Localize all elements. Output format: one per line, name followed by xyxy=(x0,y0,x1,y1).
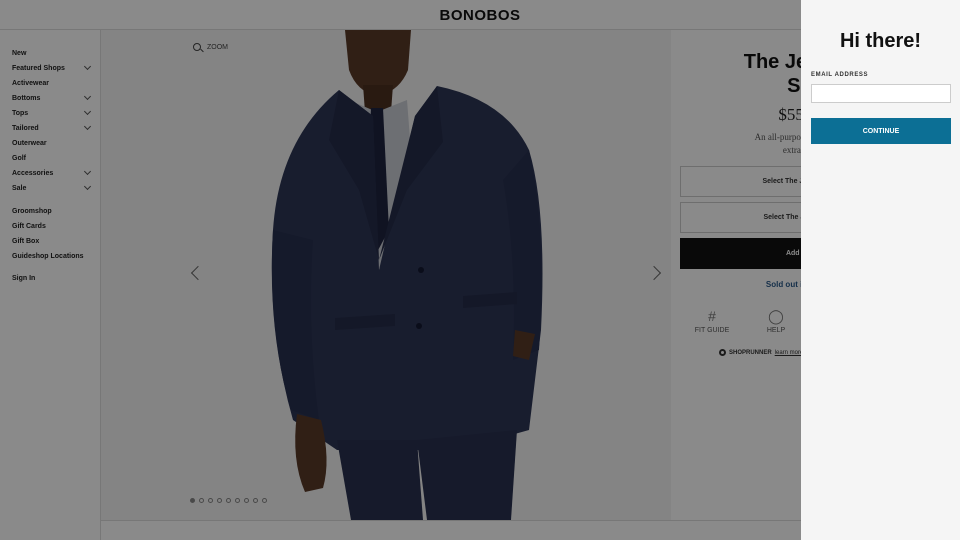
sign-in-drawer: Hi there! EMAIL ADDRESS CONTINUE xyxy=(801,0,960,540)
email-field[interactable] xyxy=(811,84,951,103)
modal-backdrop[interactable] xyxy=(0,0,801,540)
continue-button[interactable]: CONTINUE xyxy=(811,118,951,144)
email-label: EMAIL ADDRESS xyxy=(811,72,869,78)
drawer-heading: Hi there! xyxy=(839,30,922,52)
